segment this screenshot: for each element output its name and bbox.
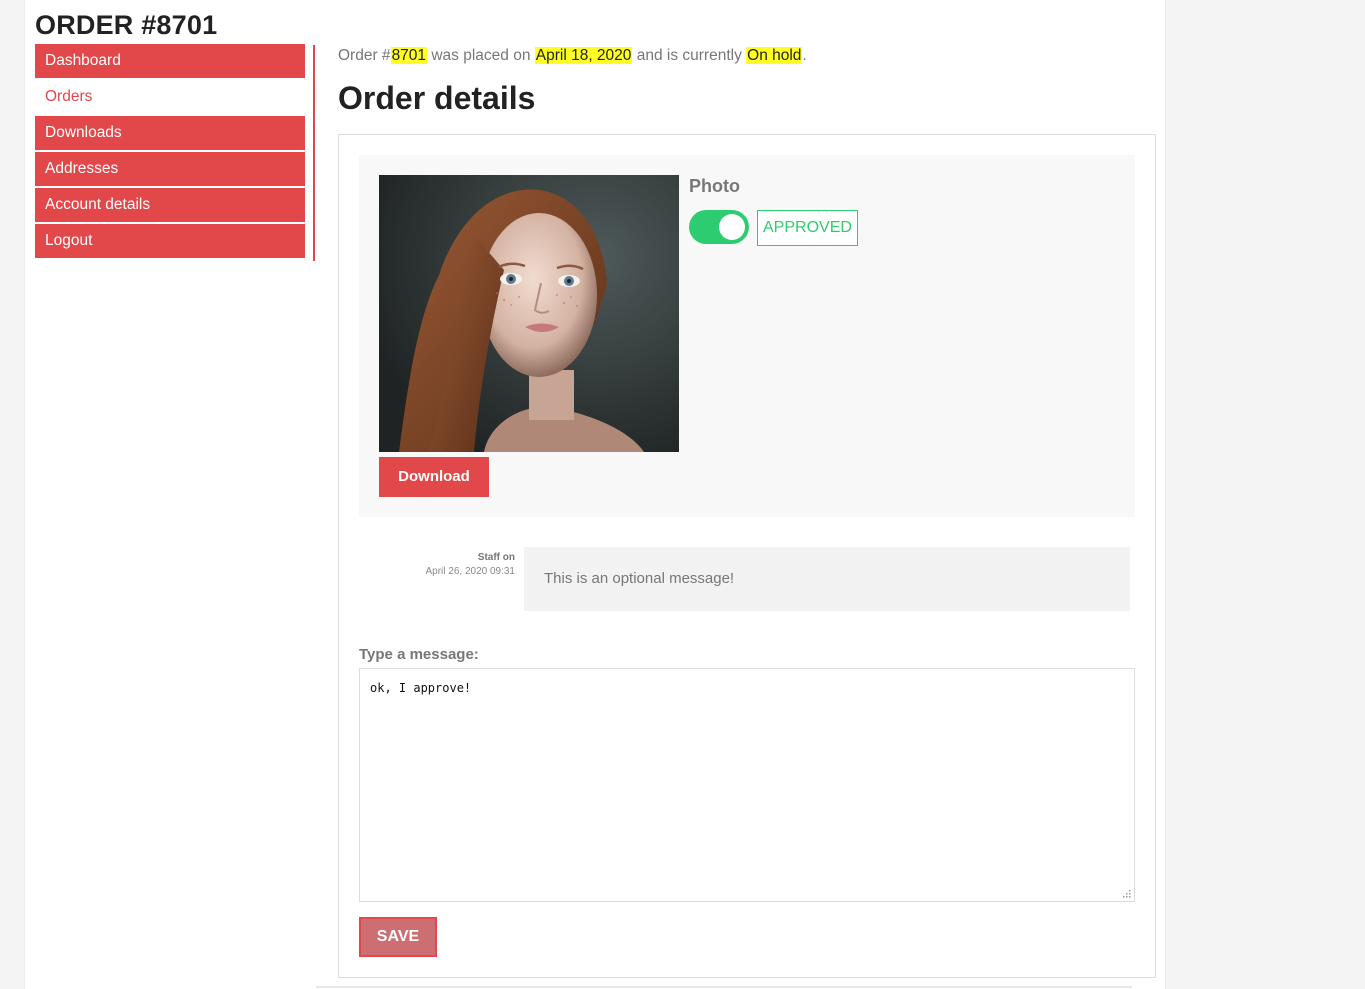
sidebar-divider (313, 45, 315, 261)
message-input-label: Type a message: (359, 646, 479, 663)
summary-status-text: and is currently (632, 47, 747, 64)
sidebar-item-account-details[interactable]: Account details (35, 188, 305, 222)
bottom-divider (316, 986, 1132, 988)
toggle-knob (719, 214, 745, 240)
order-status: On hold (746, 47, 803, 64)
order-date: April 18, 2020 (534, 47, 633, 64)
sidebar-item-downloads[interactable]: Downloads (35, 116, 305, 150)
page-container: ORDER #8701 Dashboard Orders Downloads A… (24, 0, 1166, 989)
download-button[interactable]: Download (379, 457, 489, 497)
summary-placed-text: was placed on (427, 47, 535, 64)
sidebar-item-orders[interactable]: Orders (35, 80, 305, 114)
portrait-image (379, 175, 679, 452)
order-details-box: Download Photo APPROVED Staff on April 2… (338, 134, 1156, 978)
message-input[interactable]: ok, I approve! (359, 668, 1135, 902)
summary-suffix: . (802, 47, 807, 64)
page-title: ORDER #8701 (35, 10, 218, 40)
order-summary: Order #8701 was placed on April 18, 2020… (338, 47, 807, 65)
photo-preview (379, 175, 679, 452)
photo-item-panel: Download Photo APPROVED (359, 155, 1135, 517)
message-timestamp: April 26, 2020 09:31 (425, 566, 515, 577)
save-button[interactable]: SAVE (359, 917, 437, 957)
item-label: Photo (689, 176, 740, 196)
sidebar-item-logout[interactable]: Logout (35, 224, 305, 258)
message-author: Staff on (477, 552, 515, 563)
order-number: 8701 (390, 47, 428, 64)
resize-grip-icon[interactable] (1122, 889, 1132, 899)
status-badge: APPROVED (757, 210, 858, 246)
message-meta: Staff on April 26, 2020 09:31 (379, 551, 515, 579)
message-bubble: This is an optional message! (524, 547, 1130, 611)
order-details-heading: Order details (338, 80, 536, 116)
sidebar-item-addresses[interactable]: Addresses (35, 152, 305, 186)
sidebar-item-dashboard[interactable]: Dashboard (35, 44, 305, 78)
summary-prefix: Order # (338, 47, 391, 64)
account-sidebar: Dashboard Orders Downloads Addresses Acc… (35, 44, 305, 260)
approval-toggle[interactable] (689, 210, 749, 244)
